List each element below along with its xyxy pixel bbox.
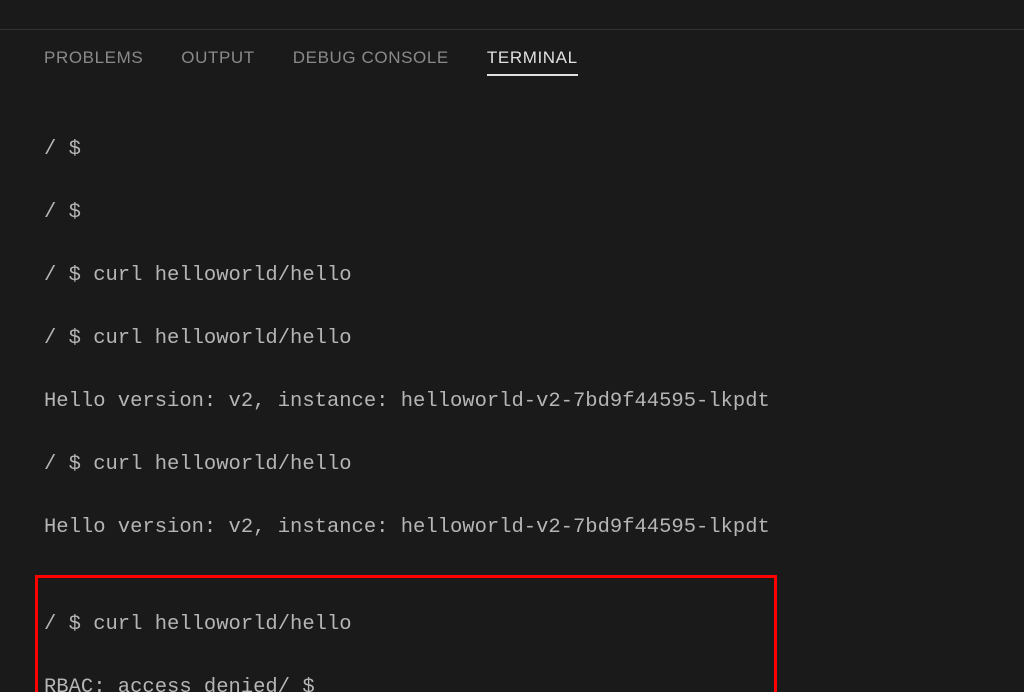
terminal-line: / $ [44, 197, 1024, 229]
top-divider [0, 0, 1024, 30]
tab-terminal[interactable]: TERMINAL [487, 48, 578, 76]
terminal-line: Hello version: v2, instance: helloworld-… [44, 512, 1024, 544]
panel-tabs: PROBLEMS OUTPUT DEBUG CONSOLE TERMINAL [0, 30, 1024, 76]
terminal-line: / $ curl helloworld/hello [44, 260, 1024, 292]
terminal-line: Hello version: v2, instance: helloworld-… [44, 386, 1024, 418]
tab-problems[interactable]: PROBLEMS [44, 48, 143, 76]
terminal-line: RBAC: access denied/ $ [44, 672, 768, 692]
highlight-box-red: / $ curl helloworld/hello RBAC: access d… [35, 575, 777, 692]
terminal-output[interactable]: / $ / $ / $ curl helloworld/hello / $ cu… [0, 76, 1024, 692]
terminal-line: / $ curl helloworld/hello [44, 323, 1024, 355]
tab-debug-console[interactable]: DEBUG CONSOLE [293, 48, 449, 76]
terminal-line: / $ [44, 134, 1024, 166]
terminal-line: / $ curl helloworld/hello [44, 609, 768, 641]
tab-output[interactable]: OUTPUT [181, 48, 254, 76]
terminal-line: / $ curl helloworld/hello [44, 449, 1024, 481]
